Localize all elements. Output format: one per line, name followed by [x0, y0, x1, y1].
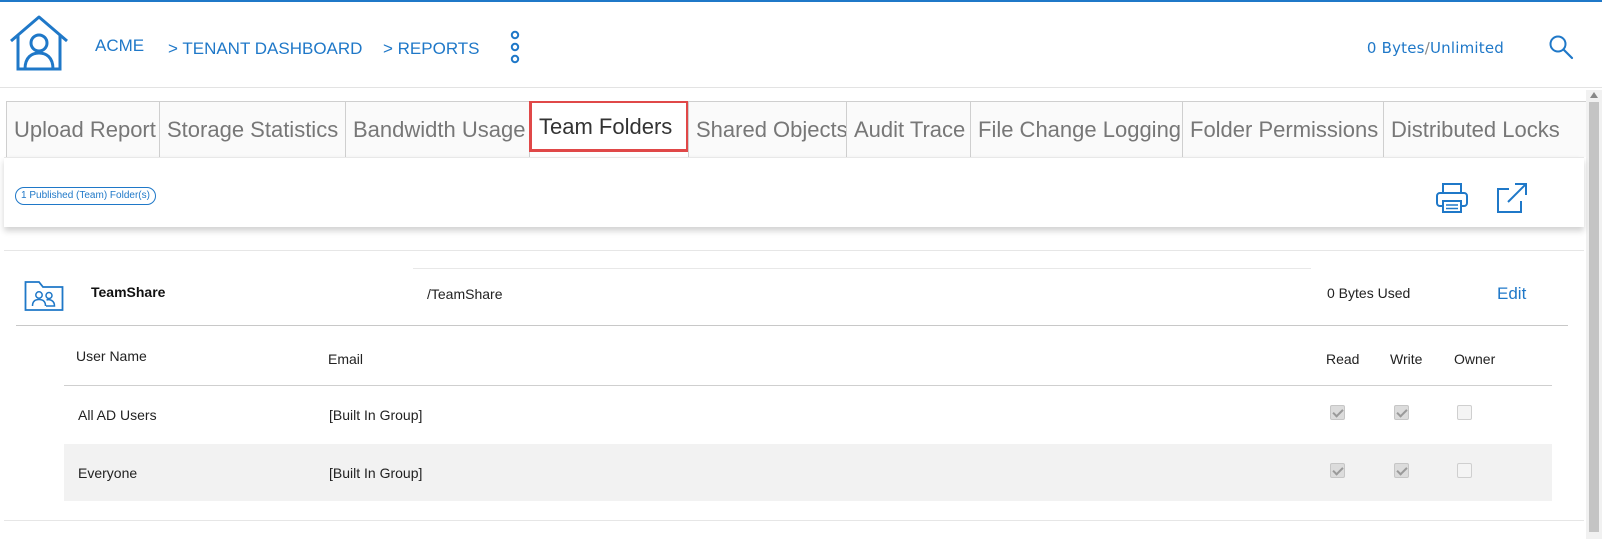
tab-file-change-logging[interactable]: File Change Logging — [970, 101, 1183, 157]
tab-folder-permissions[interactable]: Folder Permissions — [1182, 101, 1384, 157]
email-cell: [Built In Group] — [329, 465, 423, 481]
tab-audit-trace[interactable]: Audit Trace — [846, 101, 972, 157]
folder-path: /TeamShare — [427, 286, 503, 302]
read-permission-checkbox[interactable] — [1330, 463, 1345, 478]
scroll-up-arrow-icon[interactable] — [1590, 92, 1598, 98]
tab-storage-statistics[interactable]: Storage Statistics — [159, 101, 346, 157]
scroll-thumb[interactable] — [1589, 102, 1599, 532]
app-header: ACME > TENANT DASHBOARD > REPORTS 0 Byte… — [0, 2, 1602, 88]
team-folder-icon — [24, 281, 64, 311]
print-icon[interactable] — [1435, 182, 1469, 214]
breadcrumb-reports[interactable]: > REPORTS — [383, 39, 480, 59]
owner-permission-checkbox[interactable] — [1457, 463, 1472, 478]
report-toolbar: 1 Published (Team) Folder(s) — [4, 157, 1584, 227]
folder-name: TeamShare — [91, 284, 166, 300]
export-icon[interactable] — [1495, 181, 1529, 215]
edit-folder-link[interactable]: Edit — [1497, 284, 1526, 304]
home-user-icon[interactable] — [8, 14, 70, 72]
table-row: Everyone [Built In Group] — [64, 444, 1552, 501]
tab-upload-report[interactable]: Upload Report — [6, 101, 161, 157]
path-divider — [413, 268, 1311, 269]
tab-team-folders[interactable]: Team Folders — [529, 101, 689, 152]
storage-quota: 0 Bytes/Unlimited — [1367, 39, 1504, 57]
write-permission-checkbox[interactable] — [1394, 463, 1409, 478]
breadcrumb-tenant-dashboard[interactable]: > TENANT DASHBOARD — [168, 39, 362, 59]
email-cell: [Built In Group] — [329, 407, 423, 423]
table-row: All AD Users [Built In Group] — [64, 386, 1552, 443]
folder-row-separator — [16, 325, 1568, 326]
tab-distributed-locks[interactable]: Distributed Locks — [1383, 101, 1588, 157]
write-permission-checkbox[interactable] — [1394, 405, 1409, 420]
quota-used: 0 Bytes — [1366, 39, 1425, 57]
user-name-cell: Everyone — [78, 465, 138, 481]
column-header-read: Read — [1326, 351, 1360, 367]
tab-bandwidth-usage[interactable]: Bandwidth Usage — [345, 101, 530, 157]
tab-shared-objects[interactable]: Shared Objects — [688, 101, 848, 157]
report-tabs: Upload Report Storage Statistics Bandwid… — [6, 101, 1588, 157]
column-header-email: Email — [328, 351, 364, 367]
folder-used-size: 0 Bytes Used — [1327, 285, 1411, 301]
vertical-scrollbar[interactable] — [1586, 90, 1602, 539]
search-icon[interactable] — [1548, 34, 1574, 60]
bottom-divider — [4, 520, 1584, 521]
breadcrumb-root[interactable]: ACME — [95, 36, 144, 56]
column-header-owner: Owner — [1454, 351, 1496, 367]
column-header-write: Write — [1390, 351, 1423, 367]
published-folders-badge: 1 Published (Team) Folder(s) — [15, 187, 156, 205]
quota-limit: Unlimited — [1429, 39, 1504, 57]
owner-permission-checkbox[interactable] — [1457, 405, 1472, 420]
section-divider — [4, 250, 1584, 251]
more-vertical-icon[interactable] — [508, 30, 522, 64]
column-header-user-name: User Name — [76, 348, 147, 364]
user-name-cell: All AD Users — [78, 407, 157, 423]
read-permission-checkbox[interactable] — [1330, 405, 1345, 420]
